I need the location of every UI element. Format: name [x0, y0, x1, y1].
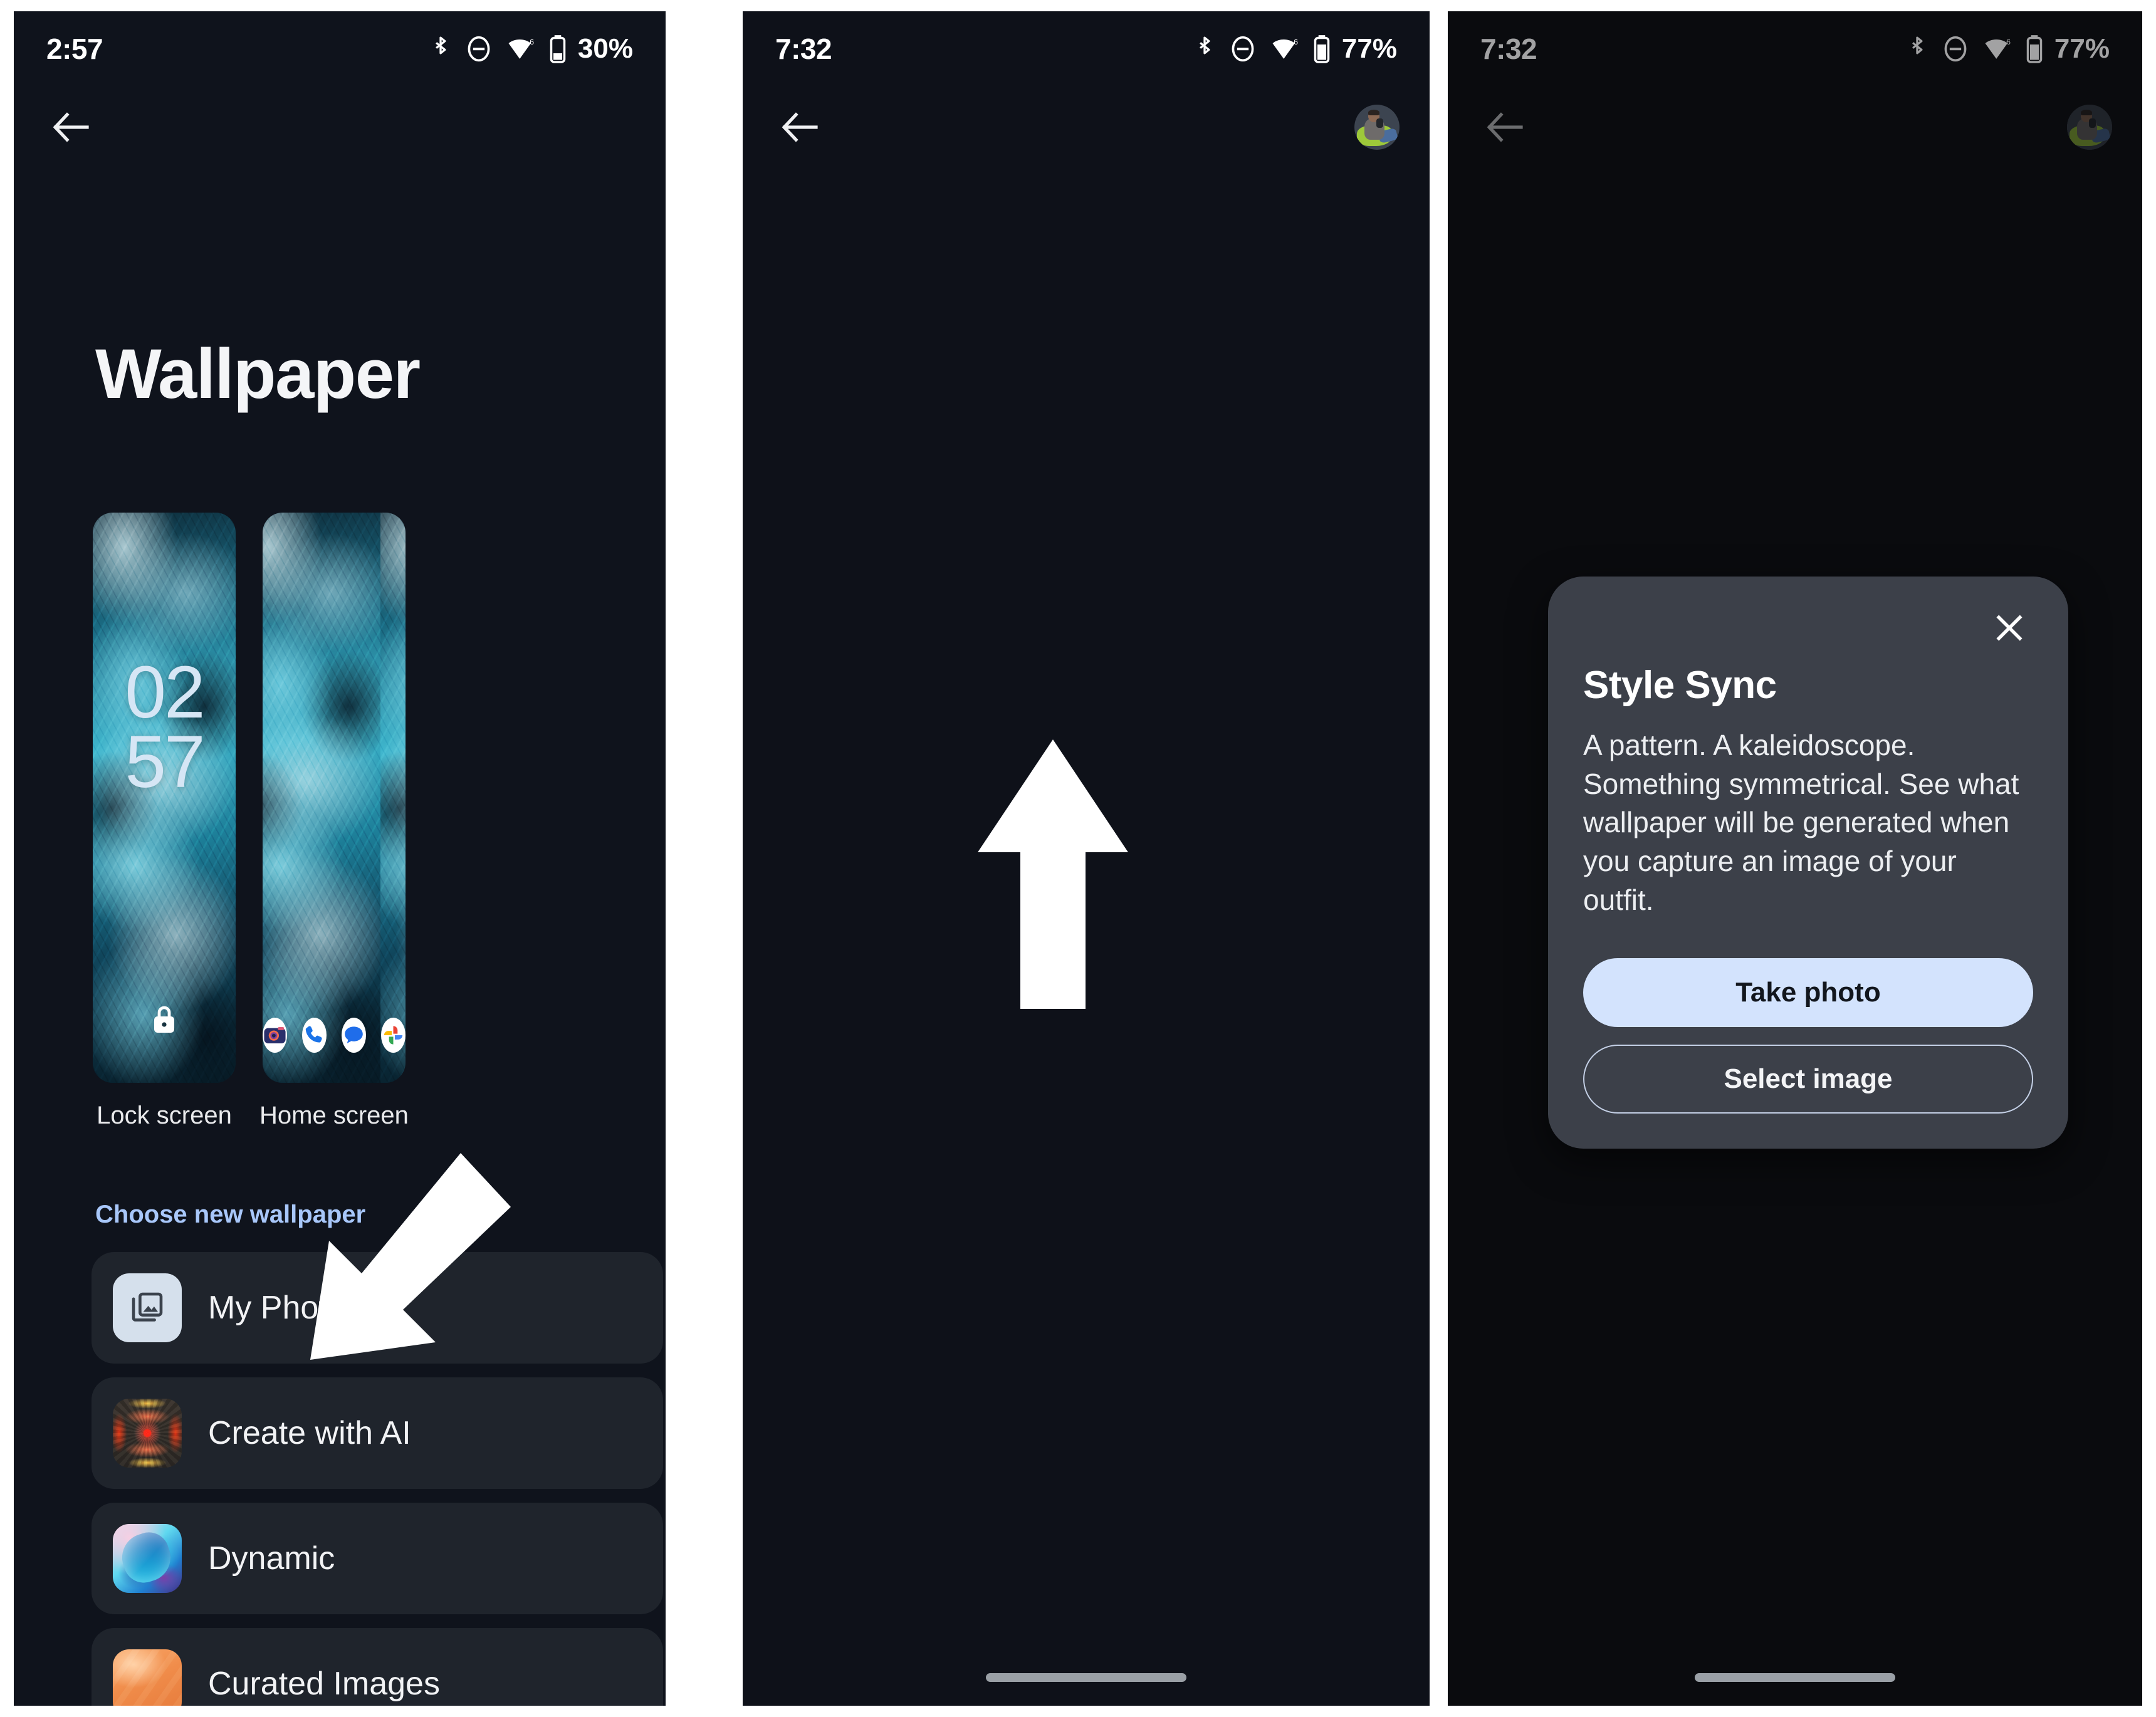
style-sync-dialog: Style Sync A pattern. A kaleidoscope. So…	[1548, 577, 2068, 1149]
app-bar	[14, 86, 666, 168]
bluetooth-icon	[1912, 36, 1923, 55]
camera-icon	[262, 1018, 287, 1053]
svg-text:6: 6	[530, 38, 534, 46]
status-bar-icons: 6 77%	[1907, 33, 2110, 65]
back-button[interactable]	[44, 100, 98, 154]
status-bar-clock: 7:32	[775, 33, 832, 65]
status-bar-icons: 6 77%	[1194, 33, 1397, 65]
messages-icon	[341, 1018, 366, 1053]
source-row-curated-images[interactable]: Curated Images	[92, 1628, 663, 1706]
app-bar	[743, 86, 1430, 168]
avatar[interactable]	[1354, 105, 1400, 150]
wallpaper-previews: 02 57 Lock screen Home screen	[93, 513, 409, 1130]
status-bar: 7:32 6 77%	[743, 11, 1430, 86]
status-bar: 2:57 6 30%	[14, 11, 666, 86]
home-screen-dock	[262, 1018, 406, 1053]
photo-library-icon	[113, 1273, 182, 1342]
source-label: Create with AI	[208, 1415, 411, 1451]
lock-screen-caption: Lock screen	[97, 1102, 232, 1129]
do-not-disturb-icon	[468, 36, 490, 62]
app-bar	[1448, 86, 2142, 168]
source-label: Dynamic	[208, 1540, 335, 1577]
select-image-button[interactable]: Select image	[1583, 1045, 2033, 1114]
phone-icon	[301, 1018, 327, 1053]
battery-percent: 77%	[1341, 33, 1397, 64]
clock-hours: 02	[125, 651, 205, 734]
lock-screen-preview[interactable]: 02 57	[93, 513, 236, 1083]
dynamic-thumbnail	[113, 1524, 182, 1593]
back-arrow-icon	[1487, 112, 1523, 142]
battery-icon	[2026, 35, 2043, 63]
bluetooth-icon	[436, 36, 446, 55]
home-screen-preview[interactable]	[262, 513, 406, 1083]
status-bar: 7:32 6 77%	[1448, 11, 2142, 86]
phone-screen-wallpaper-picker: 2:57 6 30% Wallpaper 02 57 Lock screen H…	[14, 11, 666, 1706]
dialog-actions: Take photo Select image	[1583, 958, 2033, 1114]
dialog-title: Style Sync	[1583, 664, 1777, 707]
source-row-create-with-ai[interactable]: Create with AI	[92, 1377, 663, 1489]
source-row-my-photos[interactable]: My Photos	[92, 1252, 663, 1364]
source-label: Curated Images	[208, 1666, 440, 1702]
wifi-icon: 6	[508, 38, 534, 59]
clock-minutes: 57	[125, 720, 205, 803]
page-title: Wallpaper	[95, 335, 421, 413]
avatar[interactable]	[2067, 105, 2112, 150]
home-screen-caption: Home screen	[259, 1102, 409, 1129]
do-not-disturb-icon	[1232, 36, 1254, 62]
svg-text:6: 6	[2006, 38, 2011, 46]
back-arrow-icon	[782, 112, 818, 142]
close-icon	[1996, 615, 2023, 641]
bluetooth-icon	[1200, 36, 1210, 55]
curated-thumbnail	[113, 1649, 182, 1706]
lock-badge	[93, 1003, 236, 1036]
photos-icon	[380, 1018, 406, 1053]
source-label: My Photos	[208, 1290, 362, 1326]
home-screen-preview-wrap: Home screen	[259, 513, 409, 1130]
wallpaper-source-list: My Photos Create with AI Dynamic Curated…	[92, 1252, 663, 1706]
battery-icon	[550, 35, 566, 63]
battery-icon	[1314, 35, 1330, 63]
back-arrow-icon	[53, 112, 89, 142]
dialog-body: A pattern. A kaleidoscope. Something sym…	[1583, 729, 2019, 916]
section-label-choose-new-wallpaper: Choose new wallpaper	[95, 1201, 366, 1228]
screenshot-stage: 2:57 6 30% Wallpaper 02 57 Lock screen H…	[0, 0, 2156, 1717]
wifi-icon: 6	[1985, 38, 2011, 59]
wifi-icon: 6	[1272, 38, 1298, 59]
lock-screen-preview-wrap: 02 57 Lock screen	[93, 513, 236, 1130]
battery-percent: 30%	[577, 33, 633, 64]
svg-text:6: 6	[1294, 38, 1298, 46]
phone-screen-create-with-ai: 7:32 6 77%	[743, 11, 1430, 1706]
kaleidoscope-thumbnail	[113, 1399, 182, 1468]
close-button[interactable]	[1986, 604, 2033, 652]
lock-screen-clock: 02 57	[93, 651, 236, 803]
back-button[interactable]	[773, 100, 827, 154]
back-button[interactable]	[1478, 100, 1532, 154]
status-bar-clock: 2:57	[46, 33, 103, 65]
status-bar-icons: 6 30%	[430, 33, 633, 65]
ocean-wallpaper-image	[262, 513, 406, 1083]
lock-icon	[154, 1006, 174, 1033]
gesture-nav-pill[interactable]	[1695, 1673, 1895, 1682]
battery-percent: 77%	[2054, 33, 2110, 64]
do-not-disturb-icon	[1944, 36, 1967, 62]
take-photo-button[interactable]: Take photo	[1583, 958, 2033, 1028]
status-bar-clock: 7:32	[1480, 33, 1537, 65]
source-row-dynamic[interactable]: Dynamic	[92, 1503, 663, 1614]
gesture-nav-pill[interactable]	[986, 1673, 1186, 1682]
